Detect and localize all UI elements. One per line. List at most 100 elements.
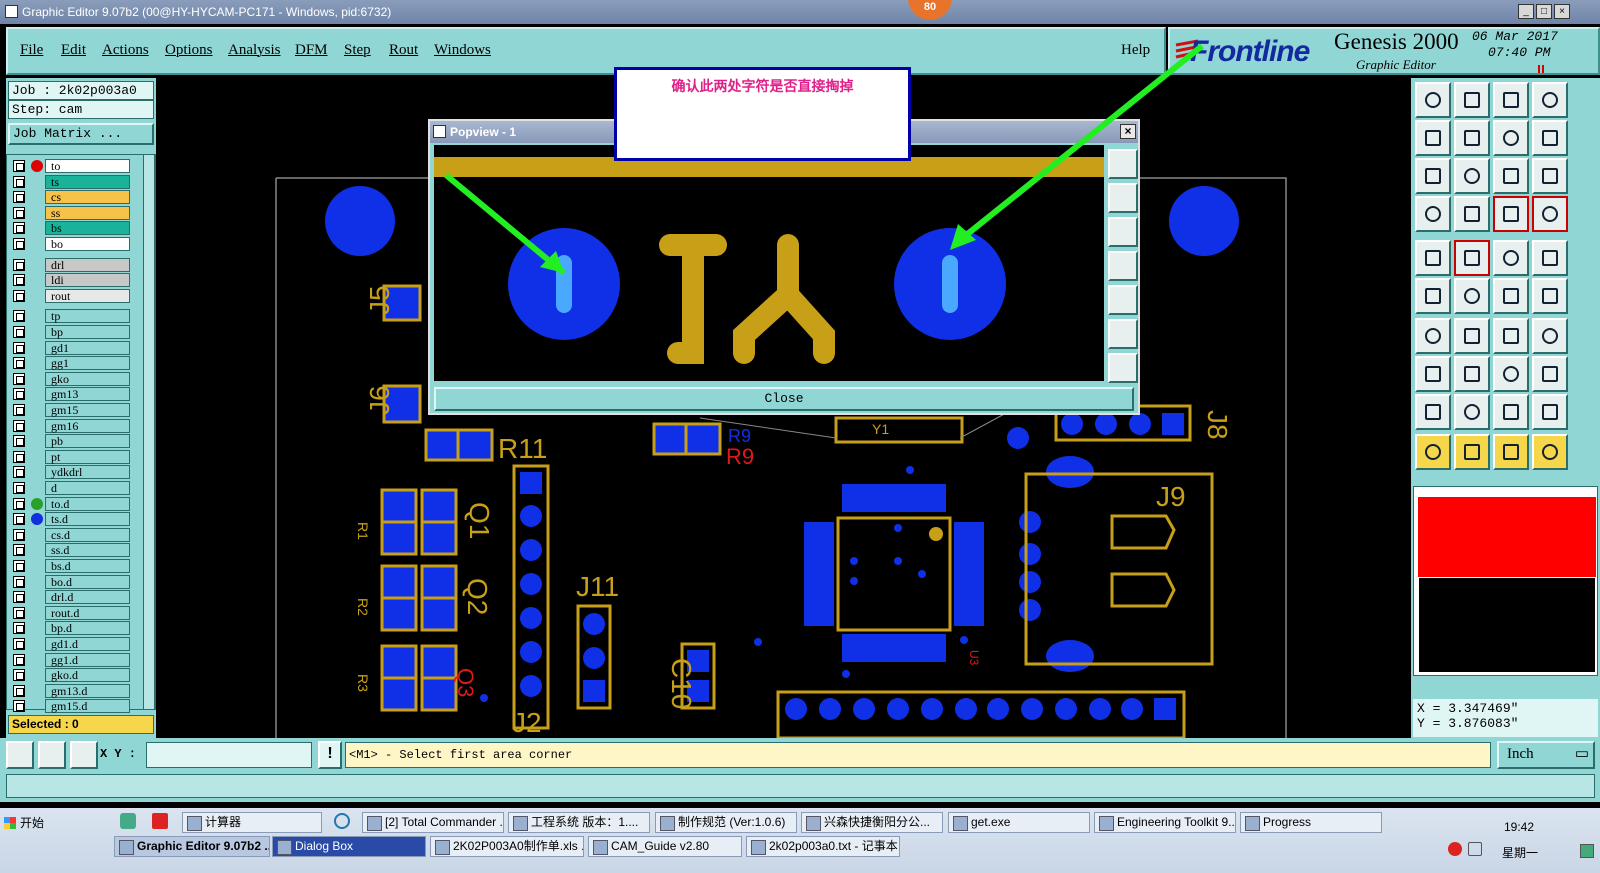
- layer-checkbox[interactable]: [13, 497, 25, 510]
- task-progress[interactable]: Progress: [1240, 812, 1382, 833]
- layer-row[interactable]: ts.d: [13, 512, 130, 527]
- start-button[interactable]: 开始: [2, 812, 58, 836]
- layer-row[interactable]: gm13.d: [13, 683, 130, 698]
- xy-input[interactable]: [146, 742, 312, 768]
- drill-icon[interactable]: [1532, 240, 1568, 276]
- layer-label[interactable]: gm15: [45, 403, 130, 417]
- layer-checkbox[interactable]: [13, 289, 25, 302]
- layer-label[interactable]: bp: [45, 325, 130, 339]
- pdf-icon[interactable]: [152, 813, 168, 829]
- layer-checkbox[interactable]: [13, 528, 25, 541]
- layer-label[interactable]: gko: [45, 371, 130, 386]
- layer-row[interactable]: gd1.d: [13, 637, 130, 651]
- task-cam-guide[interactable]: CAM_Guide v2.80: [588, 836, 742, 857]
- zoom-out-icon[interactable]: [1454, 82, 1490, 118]
- layer-label[interactable]: pb: [45, 434, 130, 449]
- layer-checkbox[interactable]: [13, 310, 25, 323]
- pan-left-icon[interactable]: [1415, 120, 1451, 156]
- layer-checkbox[interactable]: [13, 404, 25, 416]
- network-icon[interactable]: [1580, 844, 1594, 858]
- layer-label[interactable]: pt: [45, 449, 130, 464]
- close-window-button[interactable]: ×: [1554, 4, 1570, 19]
- layer-checkbox[interactable]: [13, 274, 25, 287]
- menu-file[interactable]: File: [20, 42, 43, 59]
- layer-row[interactable]: pt: [13, 449, 130, 464]
- units-selector[interactable]: Inch ▭: [1497, 741, 1595, 769]
- layer-label[interactable]: gm13.d: [45, 683, 130, 698]
- pointer-multi-icon[interactable]: [1532, 434, 1568, 470]
- measure-tool-icon[interactable]: [38, 741, 66, 769]
- triangle-icon[interactable]: [1415, 394, 1451, 430]
- layer-row[interactable]: gko.d: [13, 668, 130, 683]
- zoom-window-icon[interactable]: [1532, 82, 1568, 118]
- layer-checkbox[interactable]: [13, 575, 25, 588]
- layer-row[interactable]: ss.d: [13, 543, 130, 558]
- layer-row[interactable]: gm16: [13, 418, 130, 433]
- layer-checkbox[interactable]: [13, 191, 25, 204]
- pointer-icon[interactable]: [1415, 434, 1451, 470]
- layer-label[interactable]: gm13: [45, 387, 130, 402]
- arc-icon[interactable]: [1532, 278, 1568, 314]
- ruler-icon[interactable]: [1493, 240, 1529, 276]
- rotate-icon[interactable]: [1493, 318, 1529, 354]
- layer-checkbox[interactable]: [13, 450, 25, 463]
- layer-row[interactable]: pb: [13, 434, 130, 449]
- layer-checkbox[interactable]: [13, 606, 25, 619]
- fit-screen-icon[interactable]: [1415, 158, 1451, 194]
- layer-label[interactable]: rout.d: [45, 605, 130, 620]
- popview-left-icon[interactable]: [1108, 251, 1138, 281]
- layer-checkbox[interactable]: [13, 419, 25, 432]
- minimize-button[interactable]: _: [1518, 4, 1534, 19]
- zoom-in-icon[interactable]: [1493, 82, 1529, 118]
- layer-checkbox[interactable]: [13, 513, 25, 526]
- layer-checkbox[interactable]: [13, 326, 25, 338]
- layer-row[interactable]: cs.d: [13, 527, 130, 542]
- layer-row[interactable]: bs.d: [13, 559, 130, 573]
- layer-label[interactable]: cs: [45, 190, 130, 205]
- layer-row[interactable]: rout: [13, 288, 130, 303]
- task-total-commander[interactable]: [2] Total Commander ...: [362, 812, 504, 833]
- layer-label[interactable]: ts.d: [45, 512, 130, 527]
- layer-checkbox[interactable]: [13, 175, 25, 188]
- layer-checkbox[interactable]: [13, 357, 25, 370]
- layer-label[interactable]: ss: [45, 205, 130, 220]
- layer-row[interactable]: gg1.d: [13, 652, 130, 667]
- layer-row[interactable]: gm15.d: [13, 699, 130, 714]
- task-graphic-editor[interactable]: Graphic Editor 9.07b2 ...: [114, 836, 270, 857]
- layer-row[interactable]: tp: [13, 309, 130, 324]
- layer-row[interactable]: gm13: [13, 387, 130, 402]
- layer-row[interactable]: bp: [13, 325, 130, 339]
- layer-row[interactable]: cs: [13, 190, 130, 205]
- pointer-edit-icon[interactable]: [1454, 434, 1490, 470]
- alert-icon[interactable]: !: [318, 741, 342, 769]
- layer-row[interactable]: gg1: [13, 356, 130, 371]
- task-xls[interactable]: 2K02P003A0制作单.xls ...: [430, 836, 584, 857]
- ratio-icon[interactable]: [1493, 158, 1529, 194]
- layer-label[interactable]: to: [45, 159, 130, 173]
- ie-icon[interactable]: [334, 813, 350, 829]
- quicklaunch-icon[interactable]: [120, 813, 136, 829]
- layer-label[interactable]: gg1.d: [45, 652, 130, 667]
- zoom-home-icon[interactable]: [1415, 82, 1451, 118]
- layer-row[interactable]: to.d: [13, 496, 130, 511]
- layer-checkbox[interactable]: [13, 544, 25, 557]
- speaker-icon[interactable]: [1468, 842, 1482, 856]
- center-icon[interactable]: [1454, 158, 1490, 194]
- popview-right-icon[interactable]: [1108, 285, 1138, 315]
- task-xingsen[interactable]: 兴森快捷衡阳分公...: [801, 812, 943, 833]
- grid-icon[interactable]: [1454, 196, 1490, 232]
- layer-row[interactable]: rout.d: [13, 605, 130, 620]
- layer-row[interactable]: gm15: [13, 403, 130, 417]
- minus-icon[interactable]: [1454, 356, 1490, 392]
- menu-edit[interactable]: Edit: [61, 42, 86, 59]
- layer-label[interactable]: ldi: [45, 273, 130, 288]
- layer-checkbox[interactable]: [13, 622, 25, 635]
- menu-options[interactable]: Options: [165, 42, 213, 59]
- layer-row[interactable]: to: [13, 159, 130, 173]
- task-spec[interactable]: 制作规范 (Ver:1.0.6): [655, 812, 797, 833]
- line-icon[interactable]: [1493, 278, 1529, 314]
- layer-label[interactable]: d: [45, 481, 130, 495]
- pointer-alt-icon[interactable]: [1493, 434, 1529, 470]
- layer-checkbox[interactable]: [13, 258, 25, 271]
- layer-label[interactable]: drl.d: [45, 590, 130, 605]
